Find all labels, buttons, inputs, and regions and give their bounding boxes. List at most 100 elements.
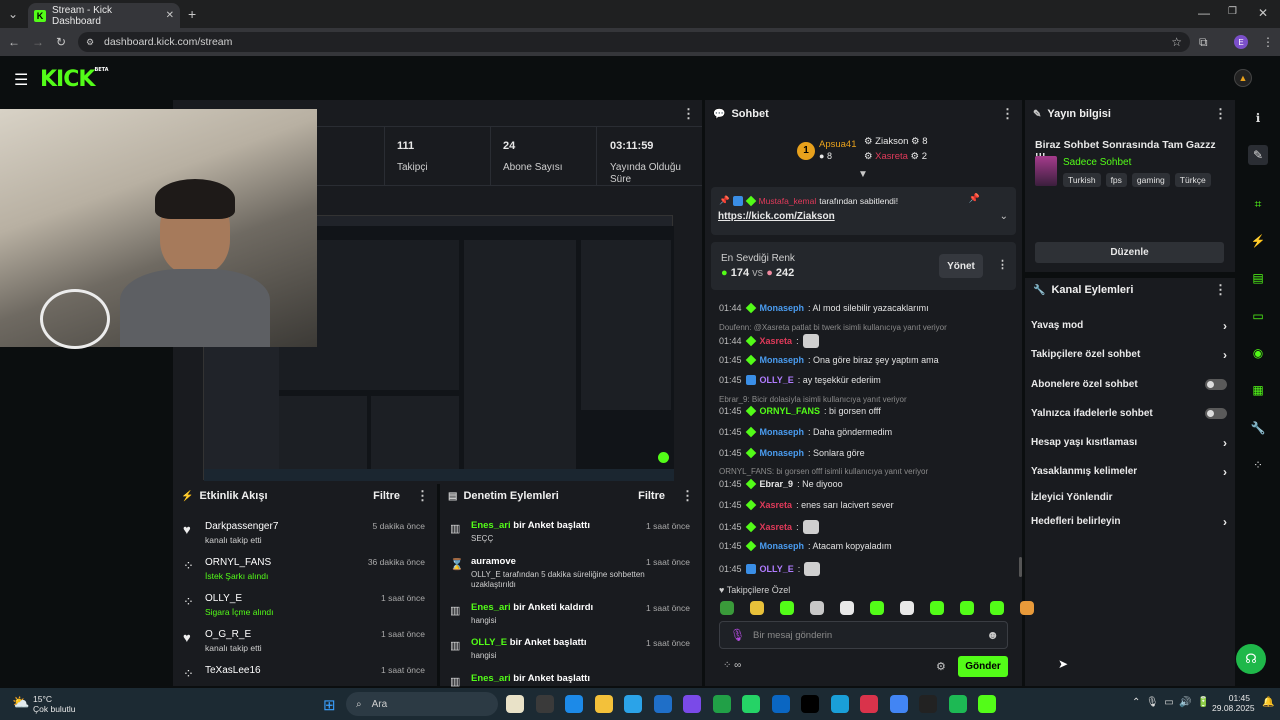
emote-icon[interactable] <box>990 601 1004 615</box>
back-icon[interactable]: ← <box>8 35 20 49</box>
channel-action-item[interactable]: Takipçilere özel sohbet › <box>1031 348 1227 362</box>
edit-stream-button[interactable]: Düzenle <box>1035 242 1224 263</box>
edit-pencil-icon[interactable]: ✎ <box>1248 145 1268 165</box>
emote-icon[interactable] <box>810 601 824 615</box>
chat-username[interactable]: Xasreta <box>760 500 793 510</box>
clock[interactable]: 01:45 29.08.2025 <box>1212 693 1255 713</box>
layout-icon[interactable]: ▦ <box>1248 380 1268 400</box>
new-tab-icon[interactable]: + <box>188 6 196 22</box>
taskbar-app-icon[interactable] <box>594 695 613 713</box>
taskbar-app-icon[interactable] <box>948 695 967 713</box>
points-nav-icon[interactable]: ⁘ <box>1248 455 1268 475</box>
feed-item-name[interactable]: Darkpassenger7 <box>205 521 278 532</box>
kick-logo[interactable]: KICKBETA <box>40 67 109 92</box>
scan-icon[interactable]: ⌗ <box>1248 194 1268 214</box>
emote-icon[interactable] <box>900 601 914 615</box>
info-icon[interactable]: ℹ <box>1248 108 1268 128</box>
feed-item-name[interactable]: O_G_R_E <box>205 629 251 640</box>
channel-action-item[interactable]: Abonelere özel sohbet <box>1031 378 1227 391</box>
chat-username[interactable]: Monaseph <box>760 427 805 437</box>
expand-pinned-icon[interactable]: ⌄ <box>1000 211 1008 222</box>
collapse-leaderboard-icon[interactable]: ▼ <box>858 169 868 180</box>
browser-tab[interactable]: K Stream - Kick Dashboard ✕ <box>28 3 180 28</box>
stream-menu-icon[interactable]: ⋮ <box>682 106 695 122</box>
chat-username[interactable]: Xasreta <box>760 522 793 532</box>
chat-username[interactable]: OLLY_E <box>760 564 794 574</box>
chevron-right-icon[interactable]: › <box>1223 319 1227 333</box>
toggle-switch[interactable] <box>1205 379 1227 390</box>
event-feed-menu-icon[interactable]: ⋮ <box>416 488 429 504</box>
weather-widget[interactable]: 15°C Çok bulutlu <box>33 694 76 714</box>
hamburger-menu-icon[interactable]: ☰ <box>14 70 28 90</box>
stream-category[interactable]: Sadece Sohbet <box>1063 157 1131 168</box>
emote-icon[interactable] <box>720 601 734 615</box>
emote-icon[interactable] <box>780 601 794 615</box>
poll-manage-button[interactable]: Yönet <box>939 254 983 278</box>
taskbar-app-icon[interactable] <box>742 695 760 713</box>
taskbar-app-icon[interactable] <box>860 695 878 713</box>
chat-username[interactable]: Monaseph <box>760 541 805 551</box>
channel-action-item[interactable]: Yasaklanmış kelimeler › <box>1031 465 1227 479</box>
taskbar-app-icon[interactable] <box>506 695 524 713</box>
channel-action-item[interactable]: Yalnızca ifadelerle sohbet <box>1031 407 1227 420</box>
channel-actions-menu-icon[interactable]: ⋮ <box>1214 282 1227 298</box>
broadcast-icon[interactable]: ◉ <box>1248 343 1268 363</box>
toggle-switch[interactable] <box>1205 408 1227 419</box>
chat-username[interactable]: Xasreta <box>760 336 793 346</box>
stream-info-menu-icon[interactable]: ⋮ <box>1214 106 1227 122</box>
chat-username[interactable]: Monaseph <box>760 355 805 365</box>
chevron-right-icon[interactable]: › <box>1223 515 1227 529</box>
user-avatar[interactable]: ▲ <box>1234 69 1252 87</box>
emote-icon[interactable] <box>840 601 854 615</box>
profile-avatar[interactable]: E <box>1234 35 1248 49</box>
poll-menu-icon[interactable]: ⋮ <box>997 258 1008 271</box>
modlog-actor[interactable]: Enes_ari <box>471 673 511 684</box>
event-feed-filter[interactable]: Filtre <box>373 490 400 502</box>
browser-menu-icon[interactable]: ⋮ <box>1262 35 1274 49</box>
modlog-menu-icon[interactable]: ⋮ <box>681 488 694 504</box>
chat-input[interactable]: 🎙 Bir mesaj gönderin ☻ <box>719 621 1008 649</box>
taskbar-app-icon[interactable] <box>771 695 790 713</box>
chat-settings-gear-icon[interactable]: ⚙ <box>936 660 946 673</box>
stream-tag[interactable]: Türkçe <box>1174 173 1211 187</box>
emoji-picker-icon[interactable]: ☻ <box>986 628 999 642</box>
taskbar-app-icon[interactable] <box>978 695 996 713</box>
modlog-actor[interactable]: auramove <box>471 556 516 567</box>
emote-icon[interactable] <box>750 601 764 615</box>
notification-bell-icon[interactable]: 🔔 <box>1262 697 1274 708</box>
close-window-icon[interactable]: ✕ <box>1258 6 1268 20</box>
channel-action-item[interactable]: Hedefleri belirleyin › <box>1031 515 1227 529</box>
windows-start-icon[interactable]: ⊞ <box>323 696 336 714</box>
send-button[interactable]: Gönder <box>958 656 1008 677</box>
chat-username[interactable]: Monaseph <box>760 448 805 458</box>
emote-icon[interactable] <box>930 601 944 615</box>
emote-icon[interactable] <box>870 601 884 615</box>
stream-tag[interactable]: fps <box>1105 173 1127 187</box>
taskbar-app-icon[interactable] <box>624 695 642 713</box>
extensions-icon[interactable]: ⧉ <box>1199 35 1208 50</box>
taskbar-app-icon[interactable] <box>565 695 583 713</box>
feed-item-name[interactable]: ORNYL_FANS <box>205 557 271 568</box>
restore-icon[interactable]: ❐ <box>1228 6 1237 17</box>
close-tab-icon[interactable]: ✕ <box>166 10 174 21</box>
microphone-icon[interactable]: 🎙 <box>730 628 745 642</box>
taskbar-app-icon[interactable] <box>712 695 731 713</box>
lightning-nav-icon[interactable]: ⚡ <box>1248 231 1268 251</box>
stream-tag[interactable]: gaming <box>1131 173 1170 187</box>
taskbar-app-icon[interactable] <box>889 695 908 713</box>
taskbar-app-icon[interactable] <box>830 695 849 713</box>
wrench-nav-icon[interactable]: 🔧 <box>1248 418 1268 438</box>
chevron-right-icon[interactable]: › <box>1223 465 1227 479</box>
unpin-icon[interactable]: 📌 <box>969 193 980 204</box>
modlog-actor[interactable]: Enes_ari <box>471 520 511 531</box>
forward-icon[interactable]: → <box>32 35 44 49</box>
channel-action-item[interactable]: Hesap yaşı kısıtlaması › <box>1031 436 1227 450</box>
modlog-filter[interactable]: Filtre <box>638 490 665 502</box>
support-headset-icon[interactable]: ☊ <box>1236 644 1266 674</box>
stream-tag[interactable]: Turkish <box>1063 173 1101 187</box>
chat-username[interactable]: Monaseph <box>760 303 805 313</box>
taskbar-app-icon[interactable] <box>683 695 701 713</box>
taskbar-app-icon[interactable] <box>653 695 672 713</box>
channel-action-item[interactable]: İzleyici Yönlendir <box>1031 491 1227 504</box>
chevron-right-icon[interactable]: › <box>1223 436 1227 450</box>
